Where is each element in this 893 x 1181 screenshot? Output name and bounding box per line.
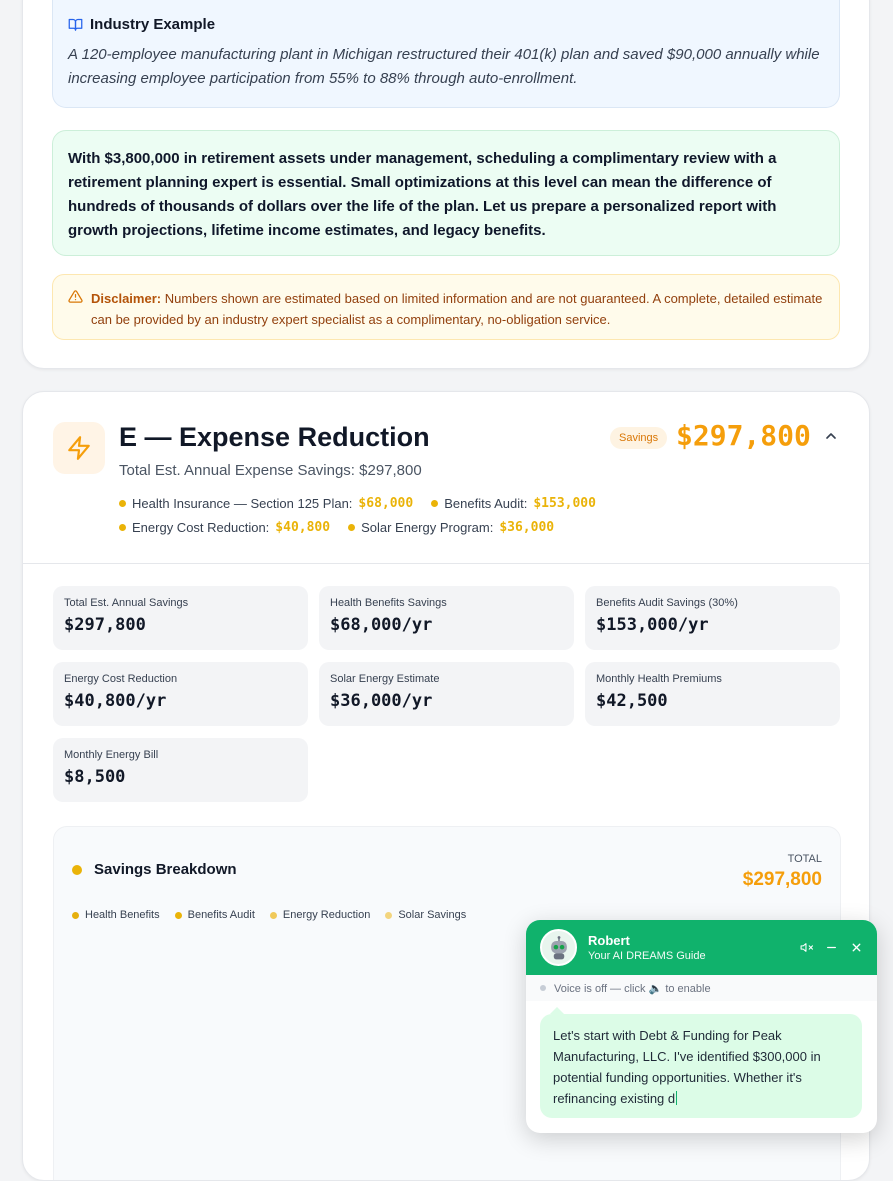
book-icon (68, 18, 83, 31)
breakdown-total: $297,800 (742, 869, 822, 890)
stat-label: Benefits Audit Savings (30%) (596, 597, 738, 609)
chat-agent-role: Your AI DREAMS Guide (588, 950, 706, 962)
chat-controls (800, 941, 863, 954)
stat-value: $36,000/yr (330, 691, 433, 711)
chat-header: Robert Your AI DREAMS Guide (526, 920, 877, 975)
stat-label: Monthly Energy Bill (64, 749, 159, 761)
bullet-value: $68,000 (358, 495, 414, 511)
breakdown-total-label: TOTAL (787, 853, 822, 865)
industry-example-text: A 120-employee manufacturing plant in Mi… (68, 46, 820, 87)
bullet-label: Health Insurance — Section 125 Plan: (132, 495, 353, 511)
lightning-icon (68, 436, 90, 460)
stat-energy-bill: Monthly Energy Bill $8,500 (53, 738, 308, 802)
legend-item: Health Benefits (72, 909, 160, 921)
stat-label: Health Benefits Savings (330, 597, 447, 609)
warning-icon (68, 290, 83, 303)
bullet-label: Solar Energy Program: (361, 519, 494, 535)
bullet-label: Energy Cost Reduction: (132, 519, 270, 535)
bullet-dot (119, 499, 126, 507)
voice-status-text: Voice is off — click 🔈 to enable (554, 982, 711, 995)
voice-status-pre: Voice is off — click (554, 982, 646, 995)
legend-label: Benefits Audit (187, 909, 255, 921)
section-title: E — Expense Reduction (119, 422, 430, 452)
robot-icon (550, 935, 567, 959)
speaker-icon: 🔈 (648, 982, 663, 995)
stat-total-savings: Total Est. Annual Savings $297,800 (53, 586, 308, 650)
stat-value: $8,500 (64, 767, 126, 787)
breakdown-title: Savings Breakdown (94, 861, 237, 878)
chevron-up-icon[interactable] (823, 428, 839, 444)
stat-health-benefits: Health Benefits Savings $68,000/yr (319, 586, 574, 650)
stat-solar-energy: Solar Energy Estimate $36,000/yr (319, 662, 574, 726)
legend-dot (269, 911, 277, 919)
stat-label: Total Est. Annual Savings (64, 597, 189, 609)
bullet-energy-cost: Energy Cost Reduction: $40,800 (119, 520, 330, 535)
bullet-health-insurance: Health Insurance — Section 125 Plan: $68… (119, 496, 413, 511)
section-subtitle: Total Est. Annual Expense Savings: $297,… (119, 462, 422, 479)
savings-badge: Savings (610, 427, 668, 449)
bullet-dot (119, 523, 126, 531)
stat-benefits-audit: Benefits Audit Savings (30%) $153,000/yr (585, 586, 840, 650)
typing-caret (676, 1091, 678, 1105)
legend-dot (174, 911, 182, 919)
savings-bullets: Health Insurance — Section 125 Plan: $68… (119, 491, 639, 539)
bullet-value: $40,800 (275, 519, 331, 535)
legend-dot (72, 911, 79, 919)
legend-label: Energy Reduction (282, 909, 371, 921)
stat-value: $297,800 (64, 615, 146, 635)
recommendation-box: With $3,800,000 in retirement assets und… (52, 130, 840, 256)
industry-example-title: Industry Example (90, 16, 216, 33)
bullet-benefits-audit: Benefits Audit: $153,000 (431, 496, 596, 511)
section-divider (23, 563, 869, 564)
bullet-value: $36,000 (499, 519, 555, 535)
stat-value: $153,000/yr (596, 615, 709, 635)
section-total: $297,800 (676, 419, 811, 452)
minimize-icon[interactable] (825, 941, 838, 954)
legend-item: Solar Savings (385, 909, 466, 921)
legend-dot (385, 911, 393, 919)
industry-example-header: Industry Example (68, 16, 824, 33)
legend-label: Solar Savings (398, 909, 467, 921)
stat-label: Solar Energy Estimate (330, 673, 440, 685)
close-icon[interactable] (850, 941, 863, 954)
disclaimer-text: Numbers shown are estimated based on lim… (91, 291, 823, 327)
breakdown-dot (72, 864, 82, 875)
bullet-label: Benefits Audit: (444, 495, 528, 511)
breakdown-header: Savings Breakdown (72, 861, 237, 878)
bullet-dot (431, 499, 439, 507)
chat-agent-name: Robert (588, 933, 630, 948)
bullet-dot (348, 523, 356, 531)
mute-icon[interactable] (800, 941, 813, 954)
voice-status-post: to enable (665, 982, 711, 995)
legend-item: Benefits Audit (174, 909, 255, 921)
legend-label: Health Benefits (85, 909, 160, 921)
stat-value: $40,800/yr (64, 691, 167, 711)
stat-value: $68,000/yr (330, 615, 433, 635)
stat-label: Monthly Health Premiums (596, 673, 722, 685)
stat-value: $42,500 (596, 691, 668, 711)
disclaimer-box: Disclaimer: Numbers shown are estimated … (52, 274, 840, 340)
chat-agent-info: Robert Your AI DREAMS Guide (588, 933, 706, 962)
disclaimer-label: Disclaimer: (91, 291, 162, 306)
bullet-value: $153,000 (533, 495, 596, 511)
chat-message: Let's start with Debt & Funding for Peak… (540, 1007, 862, 1118)
stat-health-premiums: Monthly Health Premiums $42,500 (585, 662, 840, 726)
voice-status[interactable]: Voice is off — click 🔈 to enable (526, 975, 877, 1001)
section-icon-box (53, 422, 105, 474)
legend-item: Energy Reduction (269, 909, 371, 921)
breakdown-legend: Health Benefits Benefits Audit Energy Re… (72, 909, 466, 921)
chat-message-text: Let's start with Debt & Funding for Peak… (553, 1028, 821, 1106)
chat-widget: Robert Your AI DREAMS Guide Voice is off… (526, 920, 877, 1133)
industry-example-box: Industry Example A 120-employee manufact… (52, 0, 840, 108)
avatar (540, 929, 577, 966)
voice-status-dot (540, 985, 546, 991)
stat-label: Energy Cost Reduction (64, 673, 178, 685)
stat-energy-cost: Energy Cost Reduction $40,800/yr (53, 662, 308, 726)
bullet-solar-energy: Solar Energy Program: $36,000 (348, 520, 554, 535)
